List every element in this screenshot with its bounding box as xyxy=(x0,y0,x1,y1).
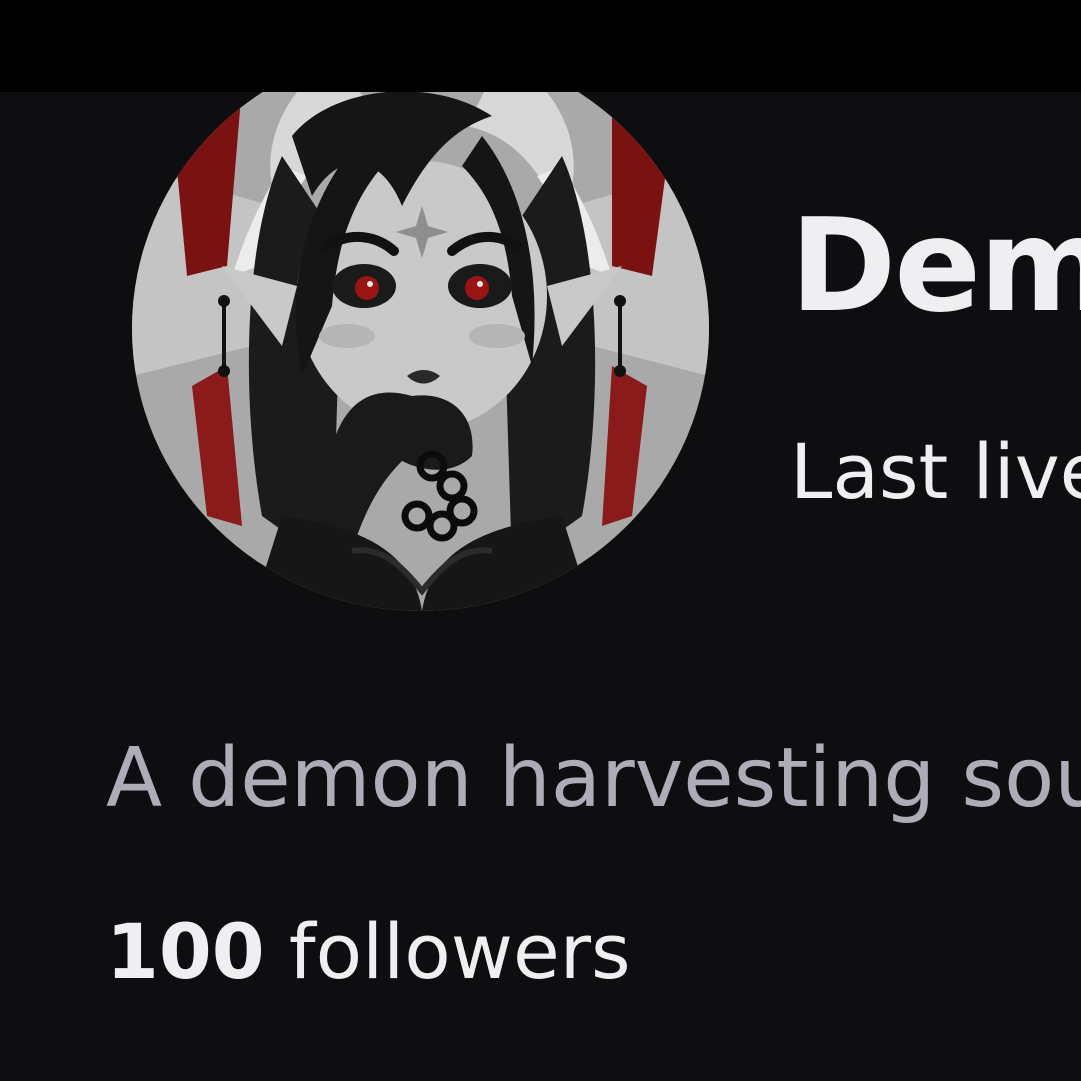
channel-bio: A demon harvesting sou xyxy=(106,731,1081,826)
channel-display-name[interactable]: Dem xyxy=(790,192,1081,342)
followers-label: followers xyxy=(264,907,631,996)
followers-number: 100 xyxy=(106,907,265,996)
top-bar xyxy=(0,0,1081,92)
avatar[interactable] xyxy=(132,92,709,611)
channel-about-card: Dem Last live A demon harvesting sou 100… xyxy=(0,92,1081,1081)
last-live-status: Last live xyxy=(790,427,1081,516)
followers-count[interactable]: 100 followers xyxy=(106,902,631,1002)
avatar-demon-icon xyxy=(132,92,709,611)
